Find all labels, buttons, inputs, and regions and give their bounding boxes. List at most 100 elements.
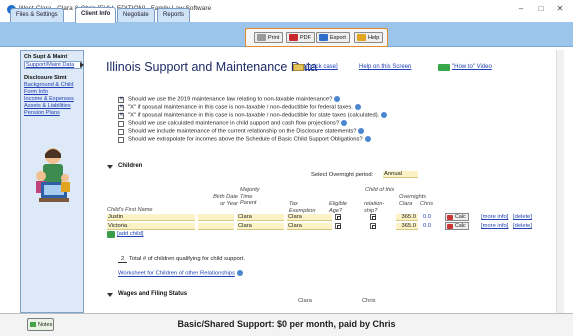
quick-case-link[interactable]: [quick case] xyxy=(306,64,338,70)
child-name-field[interactable]: Victoria xyxy=(107,223,195,230)
tab-client-info[interactable]: Client Info xyxy=(75,7,117,23)
worksheet-link[interactable]: Worksheet for Children of other Relation… xyxy=(118,270,243,277)
sidebar: Ch Supt & Maint Support/Maint Data Discl… xyxy=(20,50,84,313)
child-name-field[interactable]: Justin xyxy=(107,214,195,221)
question-checkbox-5[interactable] xyxy=(118,129,124,135)
vertical-scrollbar[interactable] xyxy=(556,50,564,313)
video-icon xyxy=(438,64,450,71)
print-button[interactable]: Print xyxy=(254,32,284,43)
maximize-button[interactable]: □ xyxy=(534,4,548,13)
active-arrow-icon xyxy=(80,62,84,68)
eligible-checkbox[interactable] xyxy=(335,214,341,220)
col-clara: Clara xyxy=(399,201,413,207)
print-label: Print xyxy=(268,35,280,41)
tab-negotiate[interactable]: Negotiate xyxy=(117,8,155,22)
sidebar-item-form-info[interactable]: Form Info xyxy=(24,89,48,95)
more-info-link[interactable]: [more info] xyxy=(481,223,508,229)
notes-label: Notes xyxy=(38,322,53,328)
pdf-label: PDF xyxy=(300,35,311,41)
calc-label: Calc xyxy=(455,223,466,229)
help-icon[interactable] xyxy=(341,120,348,126)
sidebar-item-support-maint-data[interactable]: Support/Maint Data xyxy=(24,61,82,69)
overnights-chris-value: 0.0 xyxy=(423,214,432,220)
question-checkbox-6[interactable] xyxy=(118,137,124,143)
question-label-6: Should we extrapolate for incomes above … xyxy=(128,136,371,143)
help-icon[interactable] xyxy=(334,96,341,102)
tab-files-settings[interactable]: Files & Settings xyxy=(10,8,64,22)
wages-collapse-icon[interactable] xyxy=(107,293,113,297)
child-tax-select[interactable]: Clara xyxy=(287,223,332,230)
export-icon xyxy=(319,34,328,41)
overnight-period-select[interactable]: Annual xyxy=(383,171,418,178)
notes-button[interactable]: Notes xyxy=(27,318,54,331)
close-button[interactable]: ✕ xyxy=(553,4,567,13)
how-to-video-link[interactable]: "How to" Video xyxy=(452,64,492,70)
calculator-icon xyxy=(447,215,453,220)
printer-icon xyxy=(257,34,266,41)
notes-icon xyxy=(30,322,36,327)
question-checkbox-3[interactable] xyxy=(118,112,124,119)
help-icon[interactable] xyxy=(381,112,388,118)
pdf-button[interactable]: PDF xyxy=(286,32,315,43)
sidebar-item-background-child[interactable]: Background & Child xyxy=(24,82,73,88)
sidebar-section-support: Ch Supt & Maint Support/Maint Data xyxy=(24,54,84,69)
calculator-icon xyxy=(447,224,453,229)
child-birth-field[interactable] xyxy=(198,214,234,221)
child-tax-select[interactable]: Clara xyxy=(287,214,332,221)
question-checkbox-4[interactable] xyxy=(118,121,124,127)
question-label-1: Should we use the 2019 maintenance law r… xyxy=(128,96,341,103)
sidebar-item-pension-plans[interactable]: Pension Plans xyxy=(24,110,60,116)
child-birth-field[interactable] xyxy=(198,223,234,230)
relationship-checkbox[interactable] xyxy=(370,223,376,229)
delete-link[interactable]: [delete] xyxy=(513,214,532,220)
overnight-period-label: Select Overnight period: xyxy=(311,172,374,178)
sidebar-item-assets-liabilities[interactable]: Assets & Liabilities xyxy=(24,103,71,109)
add-child-link[interactable]: [add child] xyxy=(117,231,143,237)
wages-col-chris: Chris xyxy=(362,298,376,304)
col-tax-exemption: Tax Exemption xyxy=(289,201,316,214)
help-icon[interactable] xyxy=(236,270,243,276)
col-relationship: relation- ship? xyxy=(364,201,385,214)
relationship-checkbox[interactable] xyxy=(370,214,376,220)
export-button[interactable]: Export xyxy=(316,32,350,43)
help-label: Help xyxy=(368,35,380,41)
help-icon xyxy=(357,34,366,41)
more-info-link[interactable]: [more info] xyxy=(481,214,508,220)
sidebar-item-income-expenses[interactable]: Income & Expenses xyxy=(24,96,74,102)
col-child-of-this: Child of this xyxy=(365,187,395,193)
col-eligible-age: Eligible Age? xyxy=(329,201,348,214)
child-majority-select[interactable]: Clara xyxy=(237,214,284,221)
eligible-checkbox[interactable] xyxy=(335,223,341,229)
overnights-clara-field[interactable]: 365.0 xyxy=(396,214,418,221)
page-title: Illinois Support and Maintenance Data xyxy=(106,60,318,74)
question-label-5: Should we include maintenance of the cur… xyxy=(128,128,365,135)
minimize-button[interactable]: – xyxy=(514,4,528,13)
calc-button[interactable]: Calc xyxy=(445,222,469,230)
help-icon[interactable] xyxy=(358,128,365,134)
question-label-2: "X" if spousal maintenance in this case … xyxy=(128,104,361,111)
col-overnights: Overnights xyxy=(399,194,427,200)
help-on-screen-link[interactable]: Help on this Screen xyxy=(359,64,411,70)
family-illustration-icon xyxy=(31,146,75,208)
toolbar: Print PDF Export Help xyxy=(245,28,388,47)
tab-reports[interactable]: Reports xyxy=(157,8,191,22)
calc-button[interactable]: Calc xyxy=(445,213,469,221)
col-majority-parent: Majority Time Parent xyxy=(240,187,260,206)
question-checkbox-1[interactable] xyxy=(118,96,124,103)
delete-link[interactable]: [delete] xyxy=(513,223,532,229)
quick-case-icon xyxy=(293,64,304,71)
add-child-icon[interactable] xyxy=(107,231,115,238)
children-collapse-icon[interactable] xyxy=(107,165,113,169)
export-label: Export xyxy=(330,35,346,41)
overnights-chris-value: 0.0 xyxy=(423,223,432,229)
question-checkbox-2[interactable] xyxy=(118,104,124,111)
wages-col-clara: Clara xyxy=(298,298,312,304)
help-button[interactable]: Help xyxy=(354,32,384,43)
help-icon[interactable] xyxy=(364,136,371,142)
help-icon[interactable] xyxy=(354,104,361,110)
question-label-4: Should we use calculated maintenance in … xyxy=(128,120,348,127)
support-summary: Basic/Shared Support: $0 per month, paid… xyxy=(177,319,396,329)
child-majority-select[interactable]: Clara xyxy=(237,223,284,230)
overnights-clara-field[interactable]: 365.0 xyxy=(396,223,418,230)
children-total-count: 2 xyxy=(118,256,128,263)
